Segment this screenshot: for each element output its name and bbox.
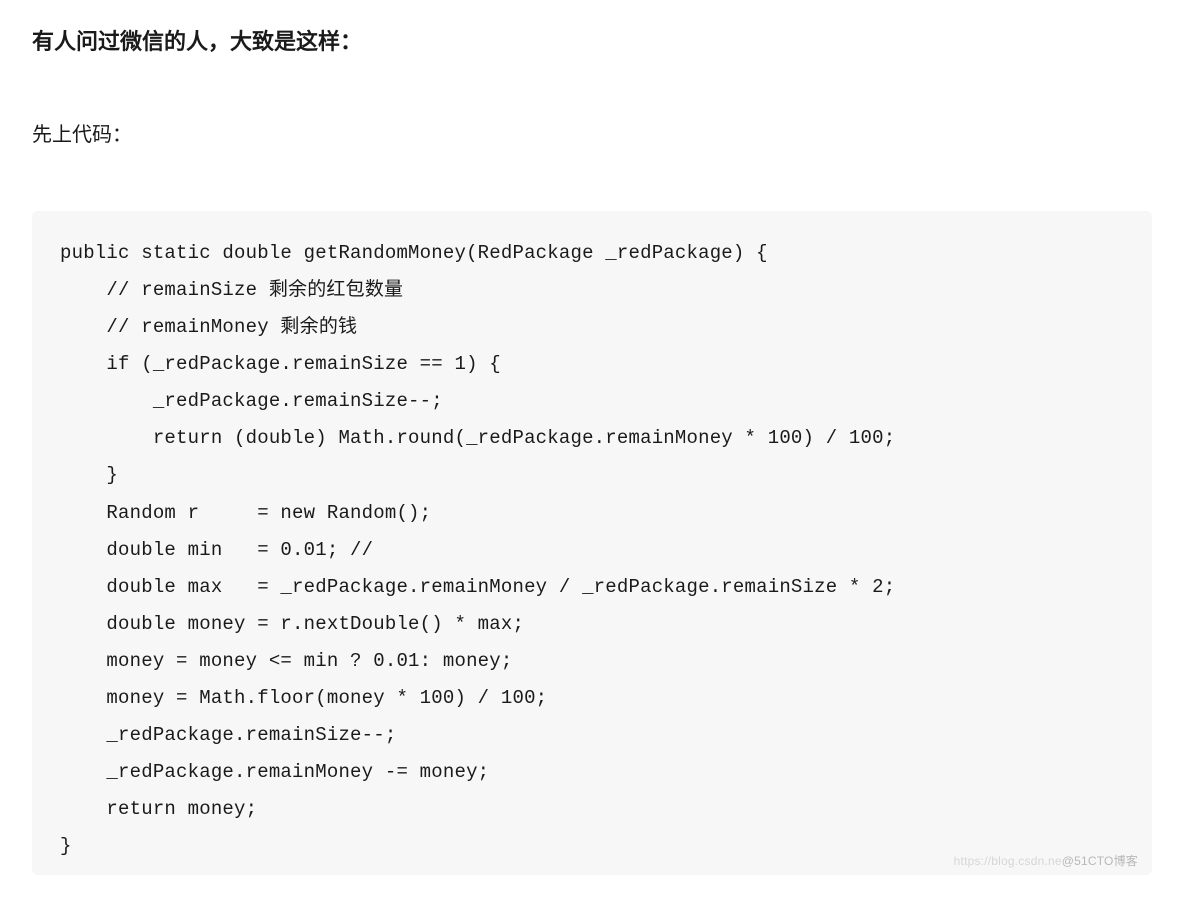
- watermark-url: https://blog.csdn.ne: [954, 854, 1062, 868]
- intro-text: 先上代码：: [32, 119, 1152, 151]
- watermark-attr: @51CTO博客: [1062, 854, 1138, 868]
- watermark: https://blog.csdn.ne@51CTO博客: [954, 852, 1138, 869]
- code-text: public static double getRandomMoney(RedP…: [60, 235, 1124, 865]
- section-heading: 有人问过微信的人，大致是这样：: [32, 24, 1152, 59]
- code-block: public static double getRandomMoney(RedP…: [32, 211, 1152, 875]
